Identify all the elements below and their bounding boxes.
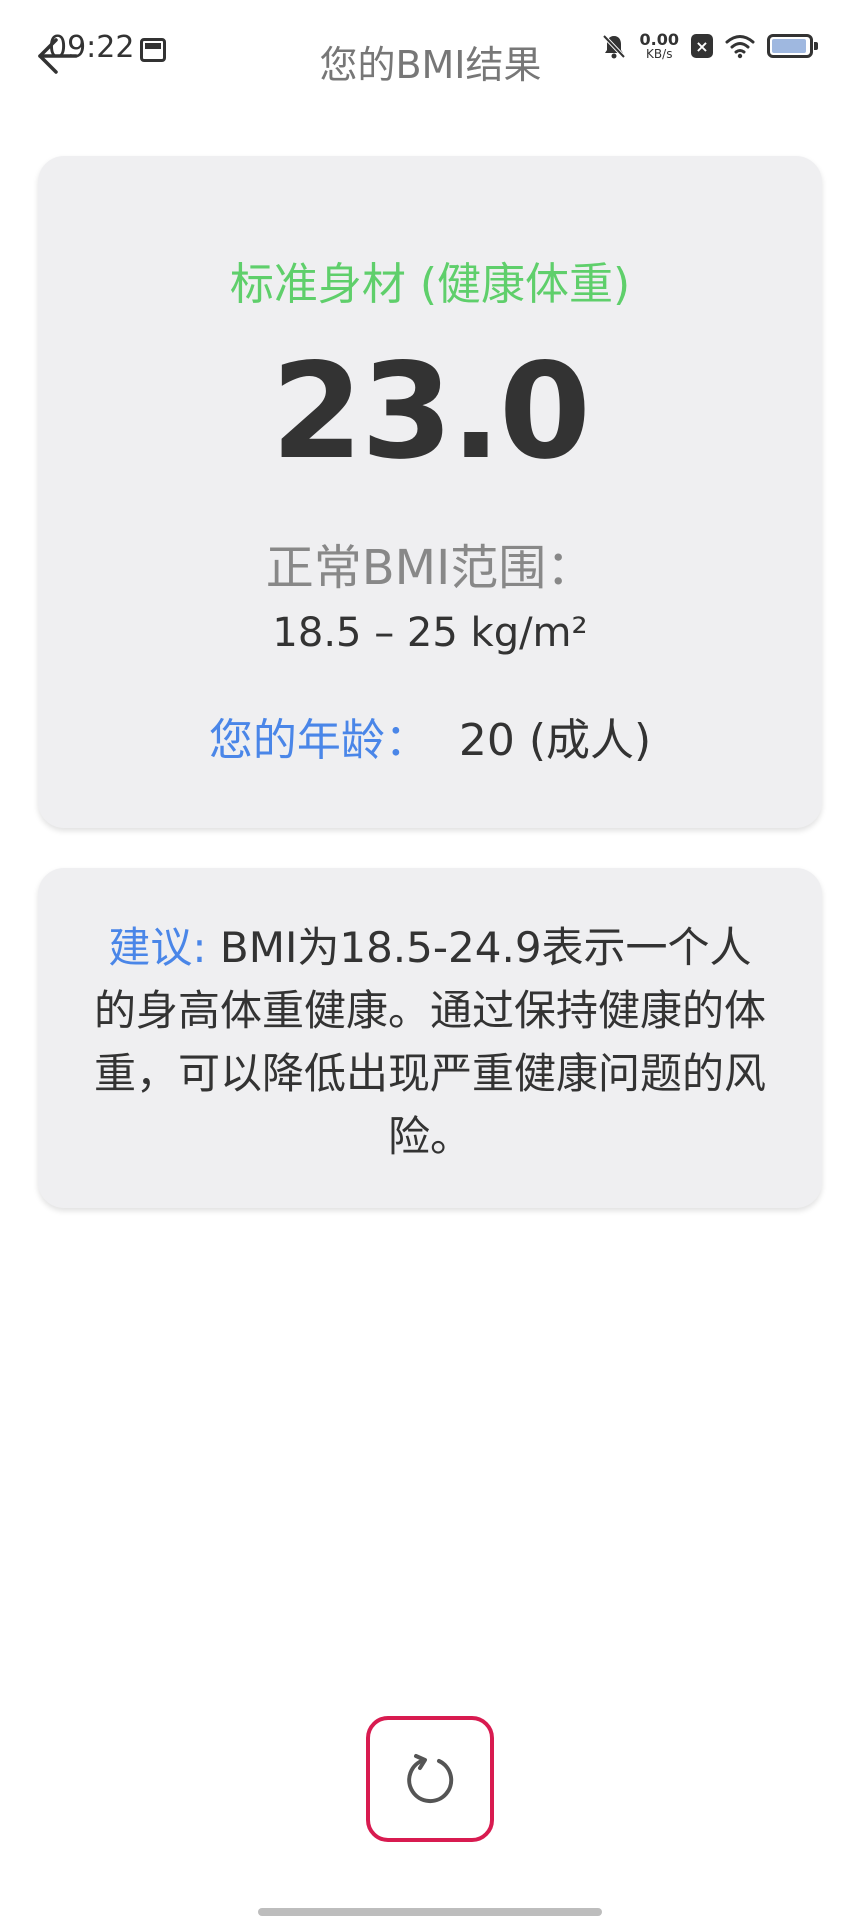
recalculate-button[interactable] [366,1716,494,1842]
age-row: 您的年龄： 20 (成人) [38,704,822,768]
home-indicator[interactable] [258,1908,602,1916]
page-title: 您的BMI结果 [319,43,542,87]
age-value: 20 (成人) [458,715,652,766]
normal-range-value: 18.5 – 25 kg/m² [272,610,588,656]
bmi-result-card: 标准身材 (健康体重) 23.0 正常BMI范围： 18.5 – 25 kg/m… [38,156,822,828]
bmi-status-label: 标准身材 (健康体重) [229,259,631,310]
advice-text: 建议: BMI为18.5-24.9表示一个人的身高体重健康。通过保持健康的体重，… [88,916,772,1168]
normal-range-title: 正常BMI范围： [265,540,595,596]
advice-label: 建议: [108,923,207,972]
refresh-icon [407,1754,454,1804]
bmi-value: 23.0 [271,335,591,489]
age-label: 您的年龄： [208,715,429,766]
advice-card: 建议: BMI为18.5-24.9表示一个人的身高体重健康。通过保持健康的体重，… [38,868,822,1208]
